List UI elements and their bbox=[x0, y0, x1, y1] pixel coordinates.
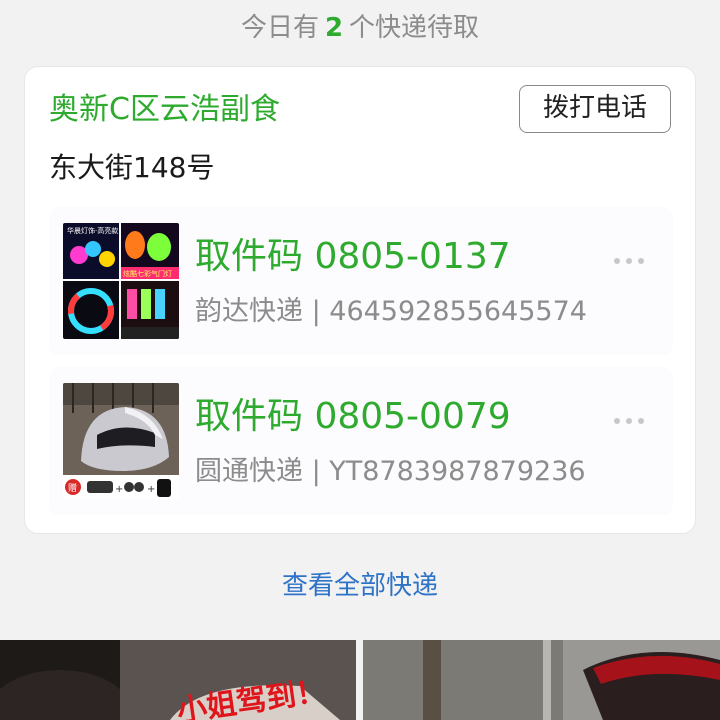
summary-count: 2 bbox=[324, 13, 344, 43]
feed-card[interactable]: 小姐驾到！ bbox=[0, 640, 356, 720]
station-name[interactable]: 奥新C区云浩副食 bbox=[49, 89, 280, 131]
station-address: 东大街148号 bbox=[49, 151, 215, 184]
more-dots-icon[interactable] bbox=[611, 251, 647, 271]
parcel-item[interactable]: 赠 + + 取件码 0805-0079 圆通快递 | YT87839878792… bbox=[49, 367, 673, 515]
product-thumbnail: 华晨灯饰·高亮款 炫酷七彩气门灯 bbox=[63, 223, 179, 339]
thumb-caption-1: 华晨灯饰·高亮款 bbox=[67, 226, 118, 235]
summary-suffix: 个快递待取 bbox=[349, 13, 480, 43]
feed-card[interactable] bbox=[363, 640, 720, 720]
view-all-parcels-link[interactable]: 查看全部快递 bbox=[0, 566, 720, 606]
more-dots-icon[interactable] bbox=[611, 411, 647, 431]
station-card: 奥新C区云浩副食 拨打电话 东大街148号 华晨灯饰·高亮款 炫酷七彩气门灯 取… bbox=[24, 66, 696, 534]
pending-summary: 今日有 2 个快递待取 bbox=[0, 8, 720, 48]
courier-tracking: 圆通快递 | YT8783987879236 bbox=[195, 456, 586, 487]
svg-text:+: + bbox=[147, 484, 155, 495]
svg-text:+: + bbox=[115, 484, 123, 495]
gift-label: 赠 bbox=[68, 482, 77, 494]
summary-prefix: 今日有 bbox=[240, 13, 319, 43]
call-button[interactable]: 拨打电话 bbox=[519, 85, 671, 133]
pickup-code: 取件码 0805-0137 bbox=[195, 236, 511, 277]
pickup-code: 取件码 0805-0079 bbox=[195, 396, 511, 437]
product-thumbnail: 赠 + + bbox=[63, 383, 179, 499]
courier-tracking: 韵达快递 | 464592855645574 bbox=[195, 296, 587, 327]
thumb-caption-2: 炫酷七彩气门灯 bbox=[123, 269, 172, 278]
parcel-item[interactable]: 华晨灯饰·高亮款 炫酷七彩气门灯 取件码 0805-0137 韵达快递 | 46… bbox=[49, 207, 673, 355]
